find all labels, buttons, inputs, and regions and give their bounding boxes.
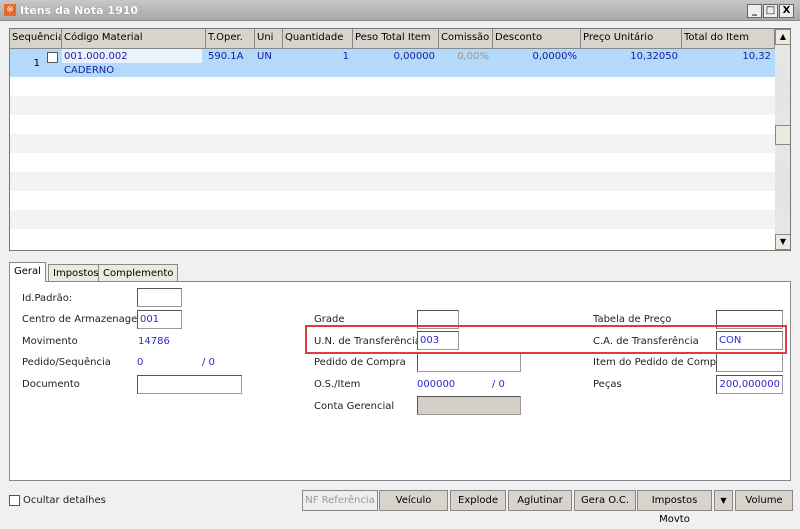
col-peso-total[interactable]: Peso Total Item (353, 29, 439, 49)
items-grid[interactable]: Sequência Código Material T.Oper. Uni Qu… (9, 28, 791, 251)
id-padrao-input[interactable] (137, 288, 182, 307)
minimize-button[interactable]: _ (747, 4, 762, 18)
scroll-up-icon[interactable]: ▲ (775, 29, 790, 45)
conta-gerencial-input (417, 396, 521, 415)
app-icon: ※ (4, 4, 16, 16)
tab-geral[interactable]: Geral (9, 262, 46, 282)
grade-label: Grade (314, 314, 345, 325)
volume-button[interactable]: Volume (735, 490, 793, 511)
pedido-value: 0 (137, 357, 144, 368)
title-bar: ※ Itens da Nota 1910 _ □ X (0, 0, 800, 21)
col-total-item[interactable]: Total do Item (682, 29, 775, 49)
conta-gerencial-label: Conta Gerencial (314, 401, 395, 412)
centro-input[interactable]: 001 (137, 310, 182, 329)
row-desconto: 0,0000% (532, 51, 578, 62)
centro-label: Centro de Armazenagem (22, 314, 148, 325)
pedido-seq-label: Pedido/Sequência (22, 357, 111, 368)
row-peso: 0,00000 (393, 51, 435, 62)
os-value: 000000 (417, 379, 456, 390)
veiculo-button[interactable]: Veículo (379, 490, 448, 511)
row-checkbox[interactable] (47, 52, 58, 63)
row-comissao: 0,00% (457, 51, 489, 62)
row-preco: 10,32050 (630, 51, 678, 62)
explode-button[interactable]: Explode (450, 490, 506, 511)
window-title: Itens da Nota 1910 (20, 4, 139, 17)
gera-oc-button[interactable]: Gera O.C. (574, 490, 636, 511)
item-pedido-label: Item do Pedido de Compra (593, 357, 727, 368)
pedido-compra-input[interactable] (417, 353, 521, 372)
highlight-box (305, 325, 787, 354)
empty-row (10, 134, 775, 153)
sequencia-value: / 0 (202, 357, 215, 368)
pedido-compra-label: Pedido de Compra (314, 357, 406, 368)
scroll-thumb[interactable] (775, 125, 790, 145)
aglutinar-button[interactable]: Aglutinar (508, 490, 572, 511)
geral-panel (9, 281, 791, 481)
empty-row (10, 172, 775, 191)
ocultar-label[interactable]: Ocultar detalhes (23, 495, 106, 506)
documento-input[interactable] (137, 375, 242, 394)
row-quantidade: 1 (342, 51, 349, 62)
col-desconto[interactable]: Desconto (493, 29, 581, 49)
scroll-down-icon[interactable]: ▼ (775, 234, 790, 250)
movimento-value: 14786 (138, 336, 170, 347)
item-value: / 0 (492, 379, 505, 390)
os-item-label: O.S./Item (314, 379, 361, 390)
col-sequencia[interactable]: Sequência (10, 29, 62, 49)
col-toper[interactable]: T.Oper. (206, 29, 255, 49)
ocultar-checkbox[interactable] (9, 495, 20, 506)
col-codigo-material[interactable]: Código Material (62, 29, 206, 49)
row-uni: UN (257, 51, 272, 62)
empty-row (10, 96, 775, 115)
empty-row (10, 210, 775, 229)
col-comissao[interactable]: Comissão (439, 29, 493, 49)
maximize-button[interactable]: □ (763, 4, 778, 18)
row-descricao: CADERNO (64, 65, 115, 76)
row-seq: 1 (33, 58, 40, 69)
col-uni[interactable]: Uni (255, 29, 283, 49)
close-button[interactable]: X (779, 4, 794, 18)
col-quantidade[interactable]: Quantidade (283, 29, 353, 49)
pecas-input[interactable]: 200,000000 (716, 375, 783, 394)
item-pedido-input[interactable] (716, 353, 783, 372)
documento-label: Documento (22, 379, 80, 390)
dropdown-arrow-icon[interactable]: ▼ (714, 490, 733, 511)
tab-complemento[interactable]: Complemento (98, 264, 179, 282)
row-total: 10,32 (742, 51, 771, 62)
movimento-label: Movimento (22, 336, 78, 347)
impostos-movto-button[interactable]: Impostos Movto (637, 490, 712, 525)
pecas-label: Peças (593, 379, 622, 390)
col-preco-unitario[interactable]: Preço Unitário (581, 29, 682, 49)
row-toper: 590.1A (208, 51, 244, 62)
row-codigo[interactable]: 001.000.002 (62, 49, 202, 63)
id-padrao-label: Id.Padrão: (22, 293, 73, 304)
nf-referencia-button[interactable]: NF Referência (302, 490, 378, 511)
vertical-scrollbar[interactable]: ▲ ▼ (775, 29, 790, 250)
tab-impostos[interactable]: Impostos (48, 264, 104, 282)
table-row[interactable]: 1 001.000.002 CADERNO 590.1A UN 1 0,0000… (10, 49, 775, 77)
tabela-preco-label: Tabela de Preço (593, 314, 672, 325)
